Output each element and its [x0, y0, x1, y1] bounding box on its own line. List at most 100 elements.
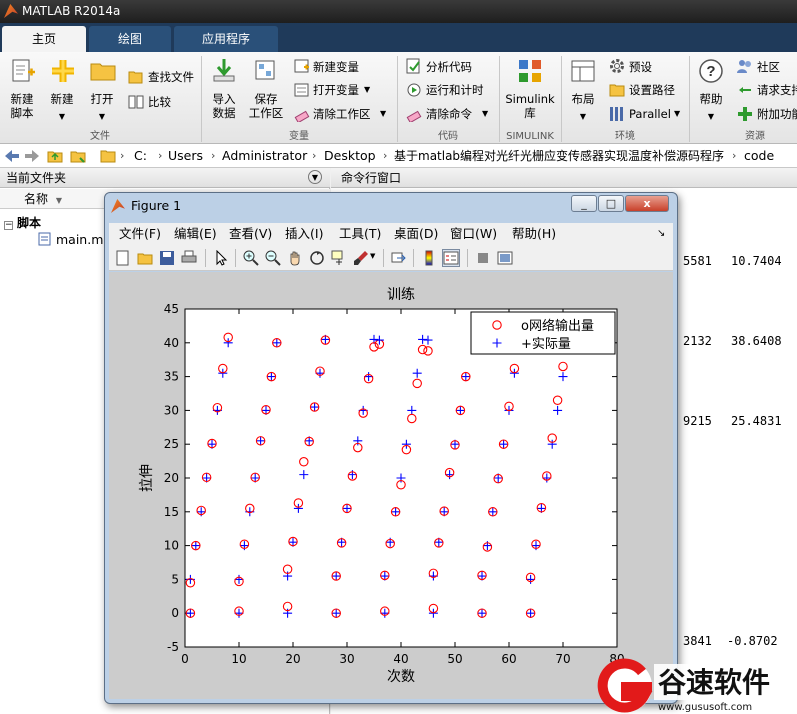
y-tick-label: 30 [164, 403, 179, 417]
clear-workspace-dropdown-icon: ▼ [380, 109, 387, 118]
x-axis-label: 次数 [387, 669, 415, 685]
y-tick-label: -5 [167, 640, 179, 654]
brush-dropdown-icon[interactable]: ▼ [370, 252, 375, 260]
colorbar-icon[interactable] [421, 250, 437, 266]
open-label: 打开 [90, 92, 114, 106]
maximize-button[interactable]: □ [598, 195, 624, 212]
list-item[interactable]: main.m [38, 232, 103, 247]
legend[interactable]: o网络输出量 +实际量 [470, 311, 616, 355]
new-dropdown-icon: ▼ [58, 112, 66, 121]
help-dropdown-icon: ▼ [707, 112, 715, 121]
layout-dropdown-icon: ▼ [579, 112, 587, 121]
up-folder-icon[interactable] [47, 148, 63, 164]
rotate-3d-icon[interactable] [309, 250, 325, 266]
addons-icon [738, 107, 752, 121]
variable-group-label: 变量 [289, 131, 309, 142]
link-plot-icon[interactable] [391, 250, 407, 266]
menu-view[interactable]: 查看(V) [229, 223, 272, 245]
panel-options-icon[interactable]: ▼ [308, 170, 322, 184]
menu-dock-arrow-icon[interactable]: ↘ [657, 223, 665, 245]
browse-folder-icon[interactable] [70, 148, 86, 164]
figure-toolbar: ▼ [109, 245, 673, 271]
x-tick-label: 30 [339, 652, 354, 666]
new-plus-icon [52, 60, 74, 82]
command-output-value: 9215 [683, 414, 712, 428]
simulink-group-label: SIMULINK [506, 131, 554, 142]
ribbon-tabs: 主页 绘图 应用程序 [0, 23, 797, 52]
pointer-icon[interactable] [213, 250, 229, 266]
zoom-out-icon[interactable] [265, 250, 281, 266]
toolbar-divider [413, 249, 414, 267]
new-figure-icon[interactable] [115, 250, 131, 266]
command-output-value: -0.8702 [727, 634, 778, 648]
open-file-icon[interactable] [137, 250, 153, 266]
tab-apps[interactable]: 应用程序 [174, 26, 278, 52]
figure-window[interactable]: Figure 1 _ □ x 文件(F) 编辑(E) 查看(V) 插入(I) 工… [104, 192, 678, 704]
column-name-header[interactable]: 名称 ▼ [24, 189, 62, 211]
open-variable-label: 打开变量 [313, 83, 359, 97]
parallel-dropdown-icon: ▼ [674, 109, 681, 118]
menu-desktop[interactable]: 桌面(D) [394, 223, 438, 245]
back-arrow-icon[interactable] [4, 149, 20, 163]
menu-tools[interactable]: 工具(T) [339, 223, 381, 245]
figure-title: Figure 1 [131, 198, 182, 213]
command-output-value: 5581 [683, 254, 712, 268]
hide-plot-tools-icon[interactable] [475, 250, 491, 266]
path-segment[interactable]: Administrator [222, 148, 307, 164]
scatter-plot[interactable]: 0 10 20 30 40 50 60 70 80-5051015202530354045 训练… [109, 272, 673, 699]
clear-workspace-icon [294, 110, 310, 122]
collapse-icon[interactable]: − [4, 221, 13, 230]
command-output-value: 10.7404 [731, 254, 782, 268]
tab-home[interactable]: 主页 [2, 26, 86, 52]
save-workspace-label: 保存 工作区 [248, 92, 284, 120]
y-tick-label: 35 [164, 370, 179, 384]
close-button[interactable]: x [625, 195, 669, 212]
preferences-label: 预设 [629, 60, 652, 74]
tab-plots[interactable]: 绘图 [89, 26, 171, 52]
menu-help[interactable]: 帮助(H) [512, 223, 556, 245]
clear-commands-label: 清除命令 [426, 107, 472, 121]
save-icon[interactable] [159, 250, 175, 266]
toolbar-divider [383, 249, 384, 267]
path-separator: › [312, 149, 317, 162]
path-segment[interactable]: Users [168, 148, 203, 164]
zoom-in-icon[interactable] [243, 250, 259, 266]
import-data-label: 导入 数据 [212, 92, 236, 120]
request-support-icon [739, 87, 751, 93]
environment-group-label: 环境 [615, 131, 635, 142]
pan-hand-icon[interactable] [287, 250, 303, 266]
x-tick-label: 50 [447, 652, 462, 666]
path-segment[interactable]: 基于matlab编程对光纤光栅应变传感器实现温度补偿源码程序 [394, 148, 724, 164]
command-window-header: 命令行窗口 [331, 168, 797, 188]
legend-icon[interactable] [442, 249, 460, 267]
help-label: 帮助 [699, 92, 723, 106]
column-name-label: 名称 [24, 192, 49, 206]
clear-workspace-label: 清除工作区 [313, 107, 371, 121]
path-separator: › [732, 149, 737, 162]
folder-open-icon [90, 63, 116, 81]
layout-icon [571, 60, 595, 82]
path-segment[interactable]: C: [134, 148, 147, 164]
minimize-button[interactable]: _ [571, 195, 597, 212]
path-segment[interactable]: code [744, 148, 774, 164]
y-tick-label: 45 [164, 302, 179, 316]
command-output-value: 3841 [683, 634, 712, 648]
forward-arrow-icon[interactable] [24, 149, 40, 163]
print-icon[interactable] [181, 250, 197, 266]
matlab-logo-icon [4, 4, 18, 18]
set-path-icon [609, 84, 625, 97]
file-group-label: 脚本 [17, 216, 42, 230]
set-path-label: 设置路径 [629, 83, 675, 97]
path-segment[interactable]: Desktop [324, 148, 376, 164]
menu-window[interactable]: 窗口(W) [450, 223, 497, 245]
show-plot-tools-icon[interactable] [497, 250, 513, 266]
menu-edit[interactable]: 编辑(E) [174, 223, 217, 245]
figure-logo-icon [111, 199, 125, 213]
svg-text:www.gususoft.com: www.gususoft.com [658, 702, 752, 713]
brush-icon[interactable] [353, 250, 369, 266]
menu-file[interactable]: 文件(F) [119, 223, 161, 245]
menu-insert[interactable]: 插入(I) [285, 223, 323, 245]
run-and-time-label: 运行和计时 [426, 83, 484, 97]
file-group-row[interactable]: − 脚本 [4, 214, 41, 231]
data-cursor-icon[interactable] [331, 250, 347, 266]
